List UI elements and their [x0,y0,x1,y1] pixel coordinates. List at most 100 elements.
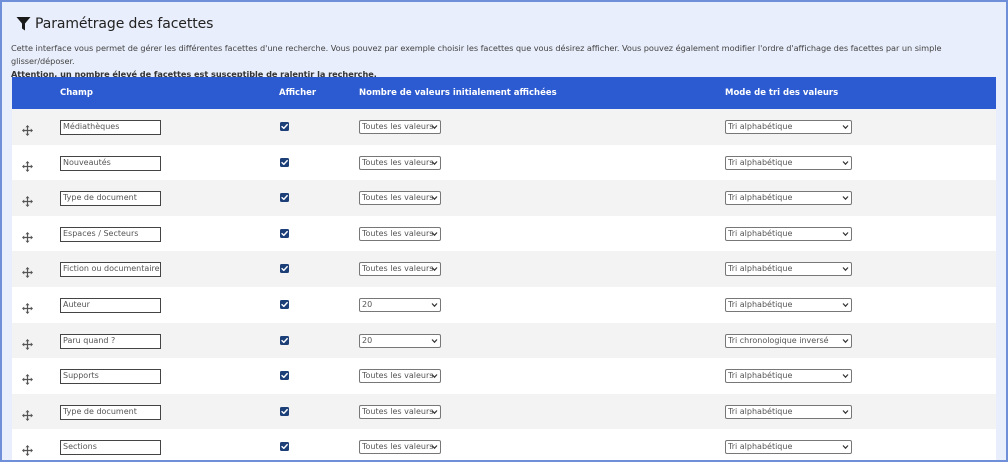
table-row[interactable]: Auteur 20 Tri alphabétique [12,286,996,323]
table-row[interactable]: Sections Toutes les valeurs Tri alphabét… [12,429,996,460]
sort-mode-select[interactable]: Tri alphabétique [725,297,852,312]
initial-values-select-value: 20 [362,335,373,345]
initial-values-select[interactable]: Toutes les valeurs [359,191,441,206]
chevron-down-icon [431,267,438,272]
field-name-input[interactable]: Type de document [60,191,161,207]
sort-mode-select-value: Tri alphabétique [728,442,793,452]
table-row[interactable]: Paru quand ? 20 Tri chronologique invers… [12,322,996,359]
checkmark-icon [281,337,288,343]
show-checkbox[interactable] [280,122,289,131]
facets-table: Champ Afficher Nombre de valeurs initial… [12,77,996,460]
move-handle-icon[interactable] [22,157,33,172]
move-handle-icon[interactable] [22,335,33,350]
initial-values-select[interactable]: 20 [359,297,441,312]
initial-values-select-value: Toutes les valeurs [362,193,434,203]
facet-settings-panel: Paramétrage des facettes Cette interface… [0,0,1008,462]
sort-mode-select[interactable]: Tri alphabétique [725,120,852,134]
initial-values-select[interactable]: Toutes les valeurs [359,120,441,134]
field-name-input[interactable]: Médiathèques [60,120,161,135]
sort-mode-select[interactable]: Tri alphabétique [725,369,852,384]
sort-mode-select-value: Tri alphabétique [728,228,793,238]
chevron-down-icon [842,196,849,201]
sort-mode-select[interactable]: Tri alphabétique [725,440,852,455]
sort-mode-select-value: Tri alphabétique [728,406,793,416]
initial-values-select-value: Toutes les valeurs [362,157,434,167]
initial-values-select[interactable]: Toutes les valeurs [359,404,441,419]
field-name-input[interactable]: Espaces / Secteurs [60,226,161,242]
initial-values-select[interactable]: Toutes les valeurs [359,440,441,455]
checkmark-icon [281,159,288,165]
column-header-afficher: Afficher [279,88,317,98]
table-row[interactable]: Nouveautés Toutes les valeurs Tri alphab… [12,144,996,181]
initial-values-select-value: Toutes les valeurs [362,406,434,416]
chevron-down-icon [842,445,849,450]
show-checkbox[interactable] [280,406,289,416]
chevron-down-icon [842,374,849,379]
show-checkbox[interactable] [280,299,289,309]
field-name-input[interactable]: Fiction ou documentaire [60,262,161,278]
show-checkbox[interactable] [280,264,289,274]
initial-values-select[interactable]: Toutes les valeurs [359,369,441,384]
chevron-down-icon [842,125,849,130]
sort-mode-select[interactable]: Tri chronologique inversé [725,333,852,348]
sort-mode-select[interactable]: Tri alphabétique [725,191,852,206]
table-row[interactable]: Médiathèques Toutes les valeurs Tri alph… [12,109,996,145]
sort-mode-select-value: Tri alphabétique [728,193,793,203]
table-row[interactable]: Espaces / Secteurs Toutes les valeurs Tr… [12,215,996,252]
show-checkbox[interactable] [280,228,289,238]
page-title: Paramétrage des facettes [35,16,214,32]
table-row[interactable]: Type de document Toutes les valeurs Tri … [12,393,996,430]
show-checkbox[interactable] [280,335,289,345]
initial-values-select[interactable]: Toutes les valeurs [359,262,441,277]
table-row[interactable]: Fiction ou documentaire Toutes les valeu… [12,251,996,287]
move-handle-icon[interactable] [22,299,33,314]
move-handle-icon[interactable] [22,370,33,386]
table-row[interactable]: Type de document Toutes les valeurs Tri … [12,180,996,216]
show-checkbox[interactable] [280,157,289,167]
show-checkbox[interactable] [280,193,289,203]
move-handle-icon[interactable] [22,192,33,208]
checkmark-icon [281,230,288,236]
initial-values-select-value: Toutes les valeurs [362,371,434,381]
chevron-down-icon [842,338,849,343]
initial-values-select[interactable]: 20 [359,333,441,348]
table-body: Médiathèques Toutes les valeurs Tri alph… [12,109,996,460]
chevron-down-icon [431,231,438,236]
initial-values-select[interactable]: Toutes les valeurs [359,226,441,241]
sort-mode-select-value: Tri alphabétique [728,371,793,381]
field-name-input[interactable]: Paru quand ? [60,333,161,349]
move-handle-icon[interactable] [22,121,33,136]
sort-mode-select-value: Tri chronologique inversé [728,335,829,345]
move-handle-icon[interactable] [22,263,33,279]
chevron-down-icon [842,409,849,414]
checkmark-icon [281,444,288,450]
table-row[interactable]: Supports Toutes les valeurs Tri alphabét… [12,358,996,394]
field-name-input[interactable]: Supports [60,369,161,385]
chevron-down-icon [431,445,438,450]
sort-mode-select[interactable]: Tri alphabétique [725,262,852,277]
show-checkbox[interactable] [280,442,289,452]
sort-mode-select[interactable]: Tri alphabétique [725,155,852,170]
column-header-champ: Champ [60,88,93,98]
field-name-input[interactable]: Sections [60,440,161,456]
sort-mode-select[interactable]: Tri alphabétique [725,226,852,241]
sort-mode-select[interactable]: Tri alphabétique [725,404,852,419]
field-name-input[interactable]: Type de document [60,404,161,420]
initial-values-select[interactable]: Toutes les valeurs [359,155,441,170]
sort-mode-select-value: Tri alphabétique [728,122,793,131]
filter-icon [16,16,31,32]
move-handle-icon[interactable] [22,441,33,457]
chevron-down-icon [431,338,438,343]
show-checkbox[interactable] [280,371,289,381]
field-name-input[interactable]: Auteur [60,297,161,313]
sort-mode-select-value: Tri alphabétique [728,157,793,167]
move-handle-icon[interactable] [22,406,33,421]
chevron-down-icon [431,303,438,308]
panel-header: Paramétrage des facettes [16,14,213,34]
description: Cette interface vous permet de gérer les… [11,42,1001,81]
move-handle-icon[interactable] [22,228,33,243]
chevron-down-icon [842,267,849,272]
field-name-input[interactable]: Nouveautés [60,155,161,171]
chevron-down-icon [431,160,438,165]
chevron-down-icon [842,231,849,236]
